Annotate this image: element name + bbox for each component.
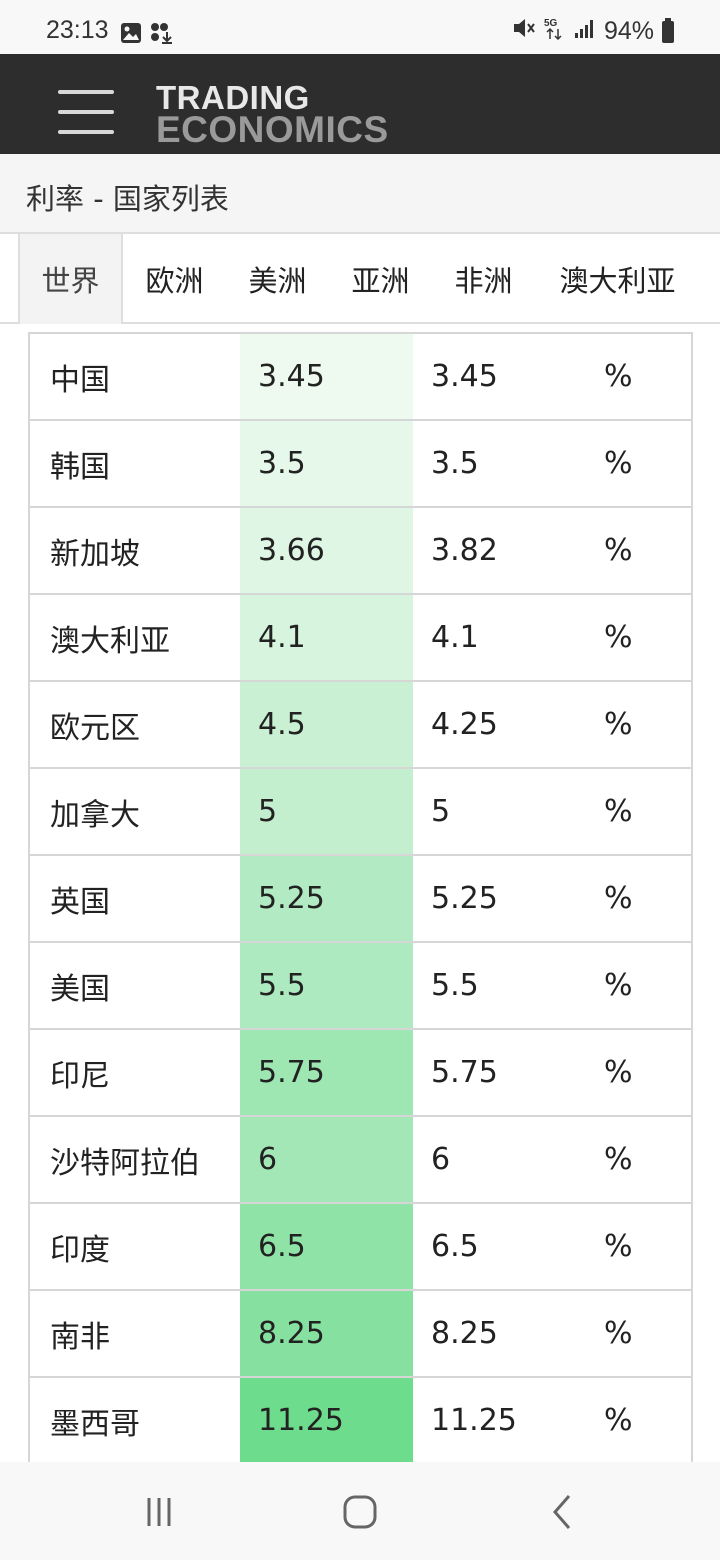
country-cell: 新加坡 [50,536,140,572]
tab-europe[interactable]: 欧洲 [123,234,226,324]
tab-asia[interactable]: 亚洲 [329,234,432,324]
region-tabs: 世界 欧洲 美洲 亚洲 非洲 澳大利亚 [0,234,720,324]
status-time: 23:13 [46,16,109,44]
table-row[interactable]: 南非 8.25 8.25% [30,1291,691,1378]
previous-rate-cell: 3.45 [431,359,498,394]
app-header: TRADING ECONOMICS [0,54,720,154]
interest-rate-table: 中国 3.45 3.45% 韩国 3.5 3.5% 新加坡 3.66 3.82% 澳大利亚 4.1 4… [28,332,693,1462]
table-row[interactable]: 韩国 3.5 3.5% [30,421,691,508]
previous-rate-cell: 5.25 [431,881,498,916]
country-cell: 澳大利亚 [50,623,170,659]
country-cell: 英国 [50,884,110,920]
mute-icon [512,17,536,46]
country-cell: 印尼 [50,1058,110,1094]
country-cell: 加拿大 [50,797,140,833]
country-cell: 南非 [50,1319,110,1355]
tab-australia[interactable]: 澳大利亚 [535,234,700,324]
previous-rate-cell: 3.5 [431,446,479,481]
previous-rate-cell: 4.25 [431,707,498,742]
unit-cell: % [604,968,633,1003]
table-row[interactable]: 墨西哥 11.25 11.25% [30,1378,691,1462]
previous-rate-cell: 5.75 [431,1055,498,1090]
last-rate-cell: 8.25 [240,1291,413,1376]
svg-text:5G: 5G [544,18,558,29]
unit-cell: % [604,1229,633,1264]
system-nav-bar [0,1462,720,1560]
trading-economics-logo[interactable]: TRADING ECONOMICS [156,81,389,150]
last-rate-cell: 3.45 [240,334,413,419]
last-rate-cell: 3.5 [240,421,413,506]
table-row[interactable]: 加拿大 5 5% [30,769,691,856]
previous-rate-cell: 5 [431,794,451,829]
cell-signal-icon [574,17,596,46]
country-cell: 沙特阿拉伯 [50,1145,200,1181]
download-apps-icon [150,22,174,48]
last-rate-cell: 5.75 [240,1030,413,1115]
table-row[interactable]: 中国 3.45 3.45% [30,334,691,421]
status-right-cluster: 5G 94% [512,16,674,47]
previous-rate-cell: 6.5 [431,1229,479,1264]
gallery-icon [120,22,142,48]
unit-cell: % [604,1316,633,1351]
last-rate-cell: 6.5 [240,1204,413,1289]
country-cell: 韩国 [50,449,110,485]
tab-africa[interactable]: 非洲 [432,234,535,324]
page-title: 利率 - 国家列表 [26,182,229,216]
previous-rate-cell: 4.1 [431,620,479,655]
previous-rate-cell: 5.5 [431,968,479,1003]
recent-apps-icon[interactable] [129,1490,189,1534]
tab-america[interactable]: 美洲 [226,234,329,324]
unit-cell: % [604,881,633,916]
unit-cell: % [604,620,633,655]
unit-cell: % [604,533,633,568]
previous-rate-cell: 8.25 [431,1316,498,1351]
previous-rate-cell: 11.25 [431,1403,517,1438]
country-cell: 欧元区 [50,710,140,746]
unit-cell: % [604,707,633,742]
country-cell: 中国 [50,362,110,398]
status-bar: 23:13 5G 94% [0,0,720,54]
unit-cell: % [604,446,633,481]
last-rate-cell: 5.5 [240,943,413,1028]
unit-cell: % [604,1055,633,1090]
table-row[interactable]: 印度 6.5 6.5% [30,1204,691,1291]
last-rate-cell: 11.25 [240,1378,413,1462]
home-icon[interactable] [330,1490,390,1534]
last-rate-cell: 3.66 [240,508,413,593]
status-notification-icons [120,22,174,48]
table-row[interactable]: 澳大利亚 4.1 4.1% [30,595,691,682]
5g-signal-icon: 5G [544,16,566,47]
battery-icon [662,17,674,43]
previous-rate-cell: 3.82 [431,533,498,568]
hamburger-icon[interactable] [58,90,114,134]
last-rate-cell: 4.1 [240,595,413,680]
last-rate-cell: 4.5 [240,682,413,767]
last-rate-cell: 5.25 [240,856,413,941]
table-row[interactable]: 印尼 5.75 5.75% [30,1030,691,1117]
unit-cell: % [604,1142,633,1177]
table-row[interactable]: 欧元区 4.5 4.25% [30,682,691,769]
table-row[interactable]: 沙特阿拉伯 6 6% [30,1117,691,1204]
logo-line-2: ECONOMICS [156,109,389,150]
country-cell: 墨西哥 [50,1406,140,1442]
table-row[interactable]: 新加坡 3.66 3.82% [30,508,691,595]
back-icon[interactable] [532,1490,592,1534]
last-rate-cell: 6 [240,1117,413,1202]
battery-level: 94% [603,17,654,45]
country-cell: 美国 [50,971,110,1007]
unit-cell: % [604,359,633,394]
table-row[interactable]: 美国 5.5 5.5% [30,943,691,1030]
table-row[interactable]: 英国 5.25 5.25% [30,856,691,943]
unit-cell: % [604,1403,633,1438]
last-rate-cell: 5 [240,769,413,854]
previous-rate-cell: 6 [431,1142,451,1177]
country-cell: 印度 [50,1232,110,1268]
tab-world[interactable]: 世界 [18,234,123,324]
unit-cell: % [604,794,633,829]
page-title-bar: 利率 - 国家列表 [0,154,720,234]
